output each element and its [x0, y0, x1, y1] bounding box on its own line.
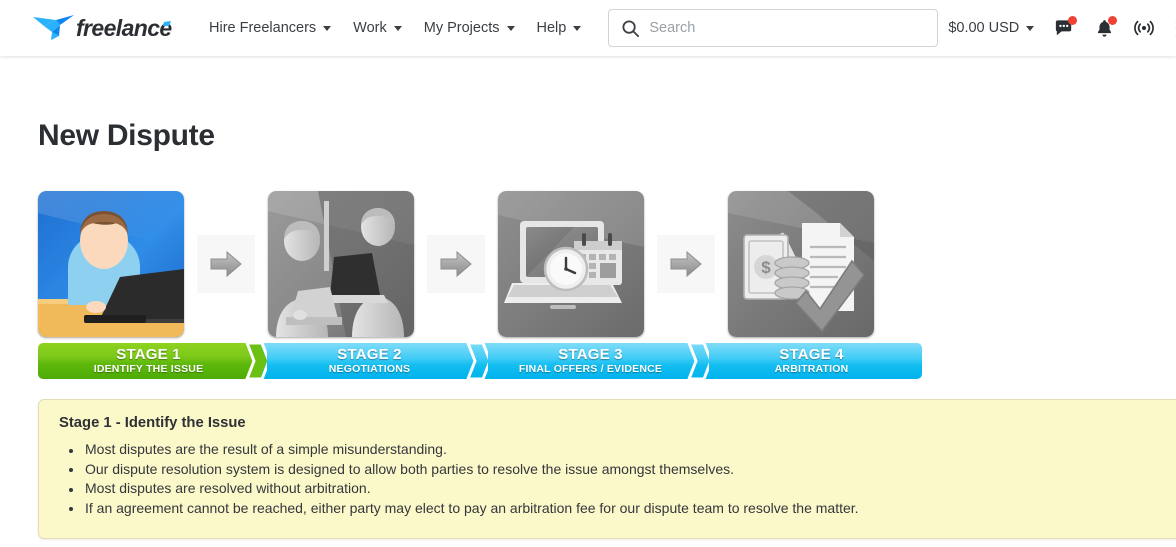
messages-button[interactable] [1044, 8, 1084, 48]
stage-banner-4[interactable]: STAGE 4 ARBITRATION [701, 343, 922, 379]
stage-progress-banner: STAGE 1 IDENTIFY THE ISSUE STAGE 2 NEGOT… [38, 343, 922, 379]
stage-banner-3[interactable]: STAGE 3 FINAL OFFERS / EVIDENCE [480, 343, 701, 379]
stage-tile-3[interactable] [498, 191, 644, 337]
main-nav: Hire Freelancers Work My Projects Help [198, 12, 592, 44]
nav-item-label: Help [536, 20, 567, 36]
nav-item-label: Work [353, 20, 387, 36]
stage-info-bullet-list: Most disputes are the result of a simple… [59, 440, 1176, 518]
search-icon [622, 19, 640, 37]
currency-selector[interactable]: $0.00 USD [938, 12, 1044, 44]
broadcast-icon [1134, 20, 1155, 36]
search-box[interactable] [608, 9, 939, 47]
list-item: If an agreement cannot be reached, eithe… [59, 499, 1176, 519]
stage-banner-number: STAGE 4 [779, 346, 844, 364]
svg-text:freelancer: freelancer [76, 15, 172, 41]
nav-item-hire-freelancers[interactable]: Hire Freelancers [198, 12, 342, 44]
stage-image-laptop-clock-calendar [498, 191, 644, 337]
stage-tile-2[interactable] [268, 191, 414, 337]
stage-image-person-at-laptop [38, 191, 184, 337]
right-arrow-icon [670, 250, 702, 278]
stage-tiles: $ [38, 191, 1176, 337]
list-item: Most disputes are resolved without arbit… [59, 479, 1176, 499]
chevron-down-icon [393, 25, 402, 31]
stage-banner-title: NEGOTIATIONS [328, 362, 411, 375]
messages-unread-badge [1068, 16, 1078, 25]
chevron-down-icon [506, 25, 515, 31]
apps-grid-button[interactable] [1164, 8, 1176, 48]
notifications-unread-badge [1108, 16, 1118, 25]
stage-banner-1[interactable]: STAGE 1 IDENTIFY THE ISSUE [38, 343, 259, 379]
nav-item-my-projects[interactable]: My Projects [413, 12, 526, 44]
list-item: Most disputes are the result of a simple… [59, 440, 1176, 460]
svg-text:$: $ [761, 258, 771, 277]
stage-banner-title: FINAL OFFERS / EVIDENCE [518, 362, 663, 375]
page-title: New Dispute [38, 119, 215, 152]
notifications-button[interactable] [1084, 8, 1124, 48]
list-item: Our dispute resolution system is designe… [59, 460, 1176, 480]
page-body: New Dispute $ STAGE 1 IDENTIFY THE ISSUE… [0, 119, 1176, 539]
nav-item-help[interactable]: Help [526, 12, 593, 44]
stage-banner-2[interactable]: STAGE 2 NEGOTIATIONS [259, 343, 480, 379]
chevron-down-icon [323, 25, 332, 31]
header-right-actions: $0.00 USD [938, 8, 1176, 48]
search-input[interactable] [649, 20, 926, 36]
stage-image-money-documents-check: $ [728, 191, 874, 337]
right-arrow-icon [440, 250, 472, 278]
nav-item-work[interactable]: Work [342, 12, 413, 44]
chevron-down-icon [1026, 25, 1035, 31]
freelancer-logo-icon: freelancer [33, 15, 172, 41]
stage-tile-4[interactable]: $ [728, 191, 874, 337]
broadcast-button[interactable] [1124, 8, 1164, 48]
nav-item-label: Hire Freelancers [209, 20, 317, 36]
currency-label: $0.00 USD [948, 20, 1020, 36]
stage-banner-number: STAGE 3 [558, 346, 623, 364]
stage-info-box: Stage 1 - Identify the Issue Most disput… [38, 399, 1176, 539]
nav-item-label: My Projects [423, 20, 500, 36]
stage-image-two-people-negotiating [268, 191, 414, 337]
stage-tile-1[interactable] [38, 191, 184, 337]
right-arrow-icon [210, 250, 242, 278]
stage-separator-3 [657, 235, 715, 293]
freelancer-logo[interactable]: freelancer [30, 13, 172, 43]
stage-banner-title: IDENTIFY THE ISSUE [93, 362, 204, 375]
stage-banner-number: STAGE 2 [337, 346, 402, 364]
stage-banner-number: STAGE 1 [116, 346, 181, 364]
dispute-stage-tracker: $ STAGE 1 IDENTIFY THE ISSUE STAGE 2 NEG… [38, 191, 1176, 379]
chevron-down-icon [573, 25, 582, 31]
stage-info-heading: Stage 1 - Identify the Issue [59, 415, 246, 431]
stage-banner-title: ARBITRATION [774, 362, 849, 375]
stage-separator-2 [427, 235, 485, 293]
stage-separator-1 [197, 235, 255, 293]
site-header: freelancer Hire Freelancers Work My Proj… [0, 0, 1176, 56]
